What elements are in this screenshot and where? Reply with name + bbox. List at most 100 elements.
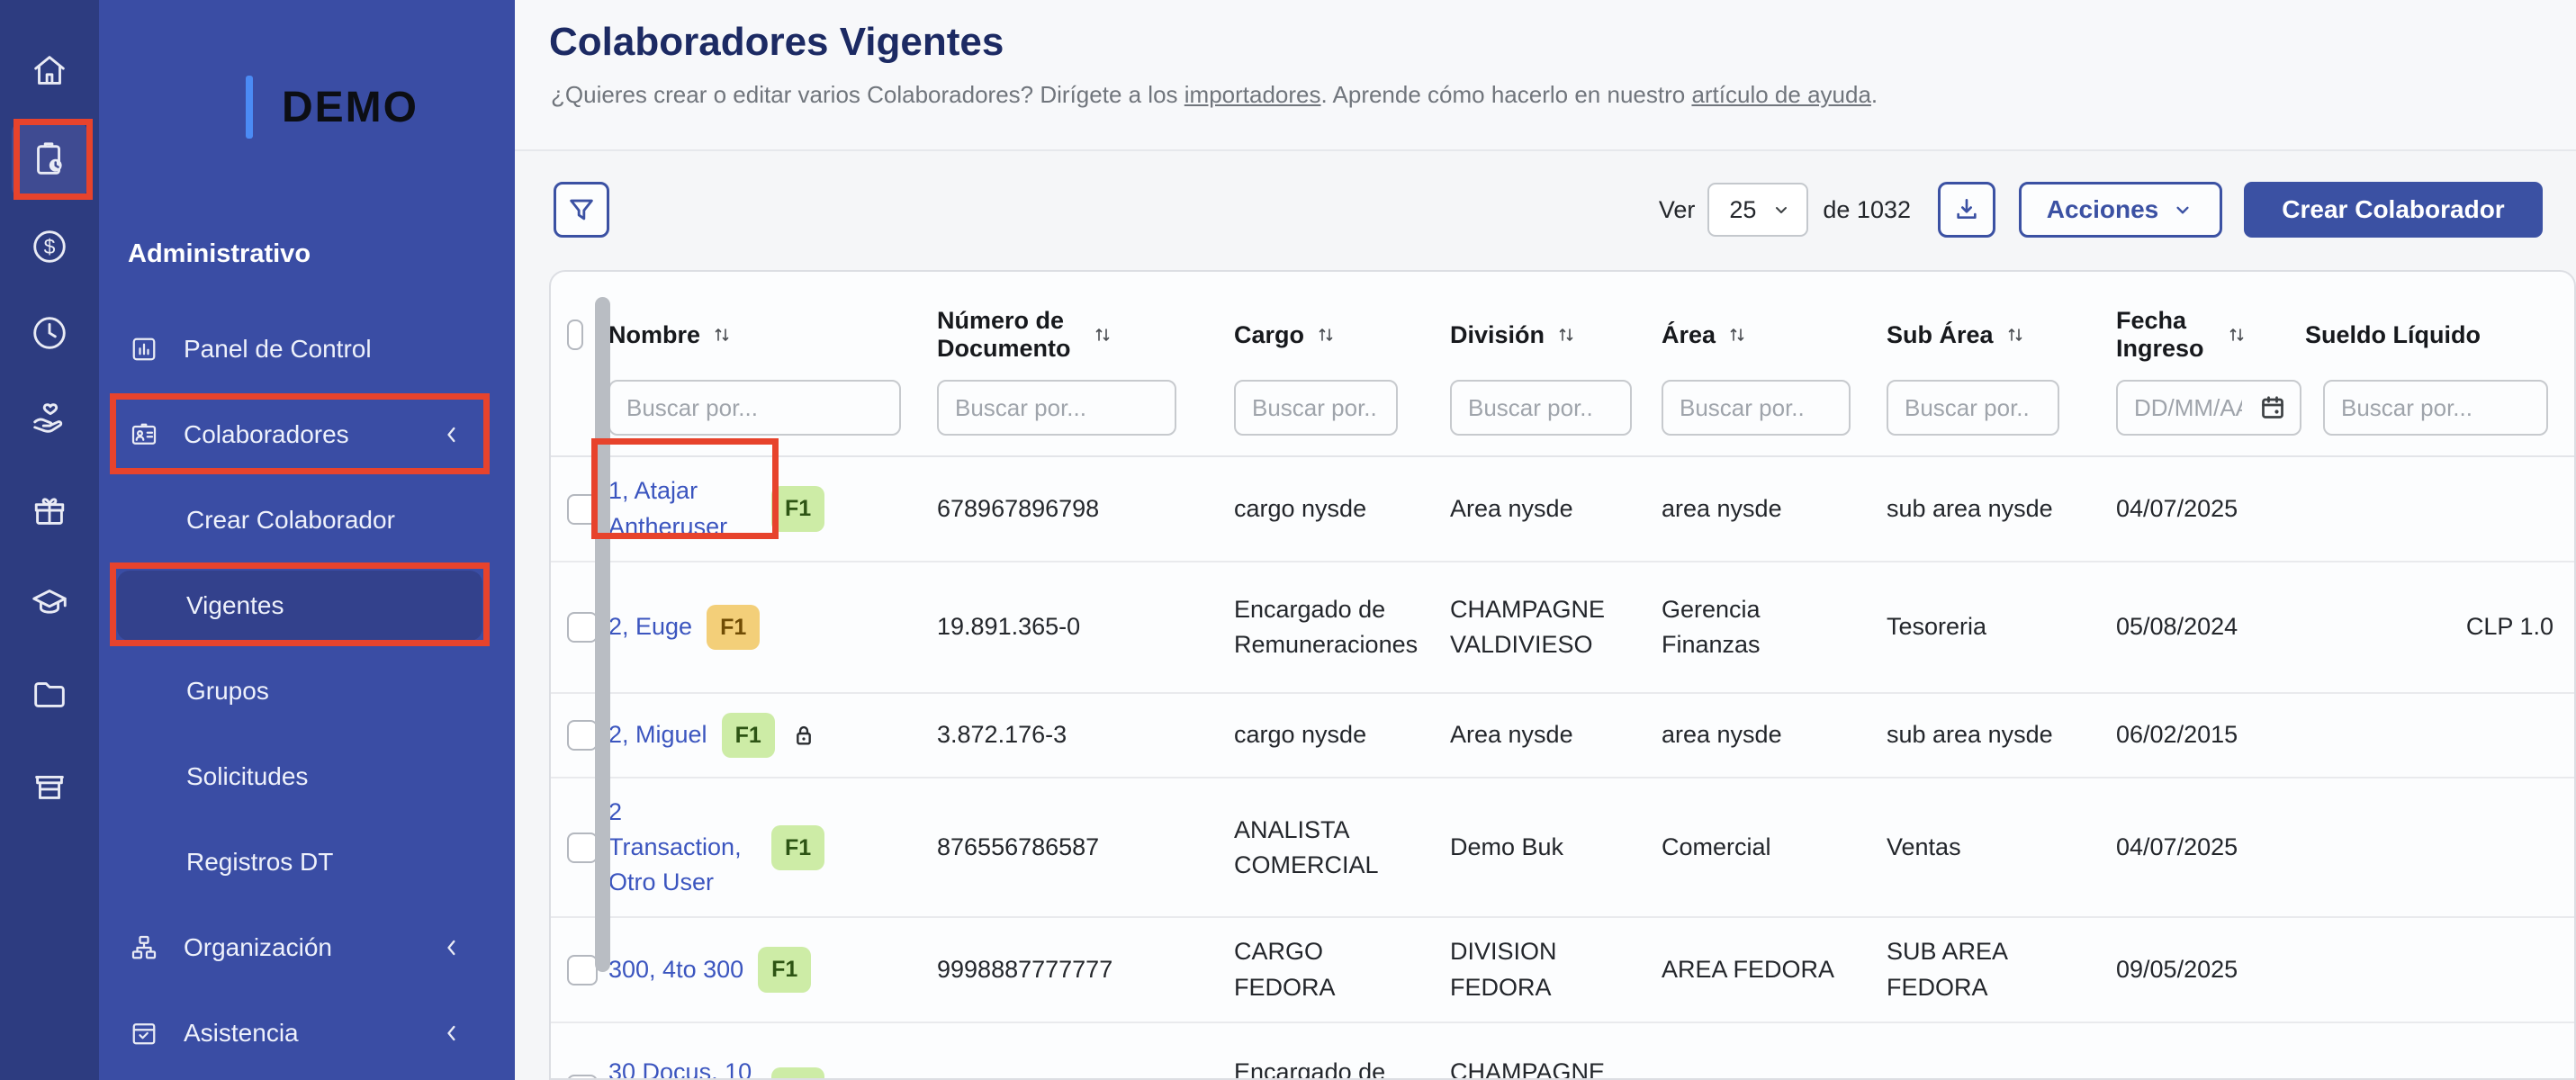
table-row[interactable]: 30 Docus, 10 AutomF1 987987987 Encargado… [551, 1022, 2574, 1080]
sidebar-item-panel-de-control[interactable]: Panel de Control [99, 306, 515, 392]
column-header-division[interactable]: División [1450, 293, 1662, 376]
page-header: Colaboradores Vigentes ¿Quieres crear o … [515, 0, 2576, 151]
active-item-highlight [117, 571, 482, 641]
row-checkbox[interactable] [567, 955, 598, 986]
cell-documento: 987987987 [937, 1056, 1234, 1080]
graduation-icon[interactable] [29, 582, 70, 624]
sidebar-scrollbar[interactable] [595, 297, 610, 972]
sidebar-item-vigentes[interactable]: Vigentes [99, 562, 515, 648]
cell-fecha: 06/02/2015 [2116, 701, 2305, 769]
main-content: Colaboradores Vigentes ¿Quieres crear o … [515, 0, 2576, 1080]
column-header-fecha[interactable]: Fecha Ingreso [2116, 293, 2305, 376]
filter-input-cargo[interactable] [1234, 380, 1398, 436]
cell-fecha: 04/07/2025 [2116, 814, 2305, 881]
row-checkbox[interactable] [567, 720, 598, 751]
table-row[interactable]: 2, EugeF1 19.891.365-0 Encargado de Remu… [551, 561, 2574, 692]
row-checkbox[interactable] [567, 832, 598, 863]
select-all-checkbox[interactable] [567, 320, 583, 350]
filter-input-area[interactable] [1662, 380, 1851, 436]
gift-icon[interactable] [29, 490, 70, 532]
articulo-ayuda-link[interactable]: artículo de ayuda [1691, 81, 1870, 108]
column-header-cargo[interactable]: Cargo [1234, 293, 1450, 376]
collaborator-name-link[interactable]: 2, Miguel [608, 717, 707, 752]
sort-icon[interactable] [2004, 324, 2026, 346]
filter-input-nombre[interactable] [608, 380, 901, 436]
chevron-left-icon [439, 935, 464, 960]
table-row[interactable]: 300, 4to 300F1 9998887777777 CARGO FEDOR… [551, 916, 2574, 1021]
sidebar-item-grupos[interactable]: Grupos [99, 648, 515, 734]
sort-icon[interactable] [1092, 324, 1113, 346]
folder-icon[interactable] [29, 674, 70, 716]
collaborator-name-link[interactable]: 30 Docus, 10 Autom [608, 1055, 757, 1080]
chevron-down-icon [1770, 199, 1792, 220]
sidebar-item-label: Grupos [186, 677, 269, 706]
sort-icon[interactable] [1315, 324, 1337, 346]
table-body: 1, Atajar AntheruserF1 678967896798 carg… [551, 457, 2574, 1080]
column-header-area[interactable]: Área [1662, 293, 1887, 376]
sidebar-item-label: Panel de Control [184, 335, 372, 364]
table-row[interactable]: 1, Atajar AntheruserF1 678967896798 carg… [551, 457, 2574, 561]
sidebar-item-registros-dt[interactable]: Registros DT [99, 819, 515, 904]
table-row[interactable]: 2, MiguelF1 3.872.176-3 cargo nysde Area… [551, 692, 2574, 777]
sort-icon[interactable] [1555, 324, 1577, 346]
sidebar-section-label: Administrativo [128, 239, 311, 269]
cell-cargo: cargo nysde [1234, 475, 1450, 543]
column-header-subarea[interactable]: Sub Área [1887, 293, 2116, 376]
sidebar: DEMO Administrativo Panel de Control Col… [99, 0, 515, 1080]
row-checkbox[interactable] [567, 494, 598, 525]
page-size-select[interactable]: 25 [1707, 183, 1808, 237]
status-badge: F1 [771, 825, 824, 870]
cell-cargo: Encargado de Remuneraciones [1234, 576, 1450, 679]
filter-input-subarea[interactable] [1887, 380, 2059, 436]
column-header-sueldo[interactable]: Sueldo Líquido [2305, 293, 2575, 376]
app-logo: DEMO [246, 76, 419, 139]
home-icon[interactable] [29, 50, 70, 91]
sidebar-item-asistencia[interactable]: Asistencia [99, 990, 515, 1076]
header-row: Nombre Número de Documento Cargo Divisió… [551, 293, 2574, 376]
clock-icon[interactable] [29, 312, 70, 354]
collaborator-name-link[interactable]: 300, 4to 300 [608, 952, 743, 987]
subtitle-text: . Aprende cómo hacerlo en nuestro [1321, 81, 1692, 108]
collaborator-name-link[interactable]: 2 Transaction, Otro User [608, 795, 757, 900]
sidebar-item-colaboradores[interactable]: Colaboradores [99, 392, 515, 477]
store-icon[interactable] [29, 766, 70, 807]
tasks-clock-icon[interactable] [29, 139, 70, 180]
row-checkbox[interactable] [567, 1075, 598, 1080]
cell-area: AREA FEDORA [1662, 936, 1887, 1004]
calendar-check-icon [128, 1017, 160, 1049]
sort-icon[interactable] [2226, 324, 2247, 346]
column-label: Cargo [1234, 321, 1304, 349]
table-row[interactable]: 2 Transaction, Otro UserF1 876556786587 … [551, 777, 2574, 916]
funnel-icon [566, 194, 597, 225]
column-label: Fecha Ingreso [2116, 307, 2215, 363]
money-icon[interactable]: $ [29, 226, 70, 267]
cell-area: area nysde [1662, 475, 1887, 543]
collaborator-name-link[interactable]: 1, Atajar Antheruser [608, 473, 757, 544]
filter-button[interactable] [554, 182, 609, 238]
logo-text: DEMO [282, 83, 419, 132]
row-checkbox[interactable] [567, 612, 598, 643]
calendar-icon[interactable] [2256, 392, 2289, 424]
sort-icon[interactable] [1726, 324, 1748, 346]
sidebar-item-crear-colaborador[interactable]: Crear Colaborador [99, 477, 515, 562]
page-size-value: 25 [1729, 196, 1756, 224]
sidebar-item-organizacion[interactable]: Organización [99, 904, 515, 990]
cell-area: Gerencia General [1662, 1056, 1887, 1080]
collaborator-name-link[interactable]: 2, Euge [608, 609, 692, 644]
lock-icon [789, 721, 818, 750]
filter-input-division[interactable] [1450, 380, 1632, 436]
sidebar-item-solicitudes[interactable]: Solicitudes [99, 734, 515, 819]
column-label: Área [1662, 321, 1716, 349]
filter-input-documento[interactable] [937, 380, 1176, 436]
subtitle-text: . [1871, 81, 1878, 108]
sort-icon[interactable] [711, 324, 733, 346]
cell-area: area nysde [1662, 701, 1887, 769]
crear-colaborador-button[interactable]: Crear Colaborador [2244, 182, 2543, 238]
filter-input-sueldo[interactable] [2323, 380, 2548, 436]
download-button[interactable] [1938, 182, 1995, 238]
column-header-documento[interactable]: Número de Documento [937, 293, 1234, 376]
column-header-nombre[interactable]: Nombre [608, 293, 937, 376]
importadores-link[interactable]: importadores [1184, 81, 1321, 108]
acciones-button[interactable]: Acciones [2019, 182, 2222, 238]
hand-heart-icon[interactable] [29, 399, 70, 440]
